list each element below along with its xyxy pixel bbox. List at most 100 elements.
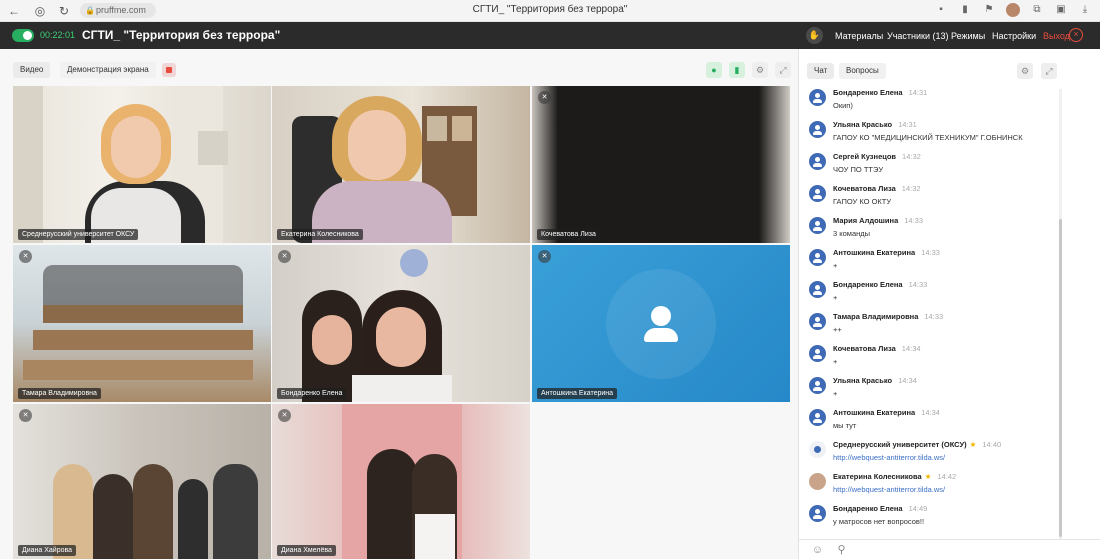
- message-author: Среднерусский университет (ОКСУ) ★ 14:40: [833, 440, 1001, 449]
- chat-message: Бондаренко Елена 14:49 у матросов нет вопр…: [809, 503, 1079, 533]
- user-icon-body: [644, 328, 678, 342]
- message-text: у матросов нет вопросов!!: [833, 517, 925, 526]
- message-author: Мария Алдошина 14:33: [833, 216, 923, 225]
- chat-message: Антошкина Екатерина 14:33 +: [809, 247, 1079, 277]
- message-text: 3 команды: [833, 229, 871, 238]
- video-tile[interactable]: ✕ Диана Хмелёва: [272, 404, 530, 559]
- author-avatar: [809, 409, 826, 426]
- camera-on-icon[interactable]: ●: [706, 62, 722, 78]
- video-feed: [272, 86, 530, 243]
- chat-message: Ульяна Красько 14:34 +: [809, 375, 1079, 405]
- participant-name: Тамара Владимировна: [18, 388, 101, 399]
- participants-link[interactable]: Участники (13): [887, 31, 949, 41]
- mic-muted-icon: ✕: [278, 250, 291, 263]
- message-link[interactable]: http://webquest-antiterror.tilda.ws/: [833, 485, 945, 494]
- download-icon[interactable]: ⤓: [1078, 3, 1092, 17]
- message-author: Сергей Кузнецов 14:32: [833, 152, 921, 161]
- video-tile[interactable]: ✕ Тамара Владимировна: [13, 245, 271, 402]
- chat-message: Кочеватова Лиза 14:34 +: [809, 343, 1079, 373]
- message-author: Бондаренко Елена 14:49: [833, 504, 927, 513]
- video-tile[interactable]: ✕ Бондаренко Елена: [272, 245, 530, 402]
- message-time: 14:34: [901, 344, 921, 353]
- mic-muted-icon: ✕: [538, 91, 551, 104]
- message-time: 14:40: [982, 440, 1002, 449]
- modes-link[interactable]: Режимы: [951, 31, 985, 41]
- message-time: 14:33: [924, 312, 944, 321]
- chat-message: Антошкина Екатерина 14:34 мы тут: [809, 407, 1079, 437]
- screen-demo-tab[interactable]: Демонстрация экрана: [60, 62, 156, 78]
- star-icon: ★: [924, 472, 932, 481]
- author-name: Бондаренко Елена: [833, 504, 903, 513]
- mic-muted-icon: ✕: [19, 250, 32, 263]
- chat-message: Тамара Владимировна 14:33 ++: [809, 311, 1079, 341]
- author-name: Среднерусский университет (ОКСУ): [833, 440, 967, 449]
- microphone-on-icon[interactable]: ▮: [729, 62, 745, 78]
- video-feed: [13, 245, 271, 402]
- message-text: +: [833, 389, 838, 398]
- camera-icon[interactable]: ▪: [934, 3, 948, 17]
- video-feed: [272, 245, 530, 402]
- broadcast-toggle[interactable]: [12, 29, 34, 42]
- microphone-icon[interactable]: ▮: [958, 3, 972, 17]
- tab-questions[interactable]: Вопросы: [839, 63, 886, 79]
- message-link[interactable]: http://webquest-antiterror.tilda.ws/: [833, 453, 945, 462]
- author-avatar: [809, 185, 826, 202]
- chat-scrollbar-thumb[interactable]: [1059, 219, 1062, 537]
- extensions-icon[interactable]: ⧉: [1030, 3, 1044, 17]
- participant-name: Диана Хайрова: [18, 545, 77, 556]
- message-text: Окип): [833, 101, 853, 110]
- video-tab[interactable]: Видео: [13, 62, 51, 78]
- message-time: 14:33: [921, 248, 940, 257]
- attach-icon[interactable]: ⚲: [835, 544, 848, 557]
- message-author: Екатерина Колесникова ★ 14:42: [833, 472, 956, 481]
- materials-link[interactable]: Материалы: [835, 31, 883, 41]
- mic-muted-icon: ✕: [19, 409, 32, 422]
- message-text: +: [833, 261, 838, 270]
- settings-link[interactable]: Настройки: [992, 31, 1036, 41]
- chat-expand-icon[interactable]: ⤢: [1041, 63, 1057, 79]
- author-avatar: [809, 441, 826, 458]
- participant-name: Бондаренко Елена: [277, 388, 347, 399]
- author-name: Ульяна Красько: [833, 120, 893, 129]
- video-area: Видео Демонстрация экрана ● ▮ ⚙ ⤢ Средне…: [0, 49, 798, 559]
- message-author: Кочеватова Лиза 14:34: [833, 344, 921, 353]
- fullscreen-icon[interactable]: ⤢: [775, 62, 791, 78]
- chat-gear-icon[interactable]: ⚙: [1017, 63, 1033, 79]
- video-feed: [532, 86, 790, 243]
- bookmark-icon[interactable]: ⚑: [982, 3, 996, 17]
- message-time: 14:31: [908, 88, 928, 97]
- author-avatar: [809, 89, 826, 106]
- message-author: Бондаренко Елена 14:33: [833, 280, 927, 289]
- profile-avatar[interactable]: [1006, 3, 1020, 17]
- author-avatar: [809, 505, 826, 522]
- exit-icon[interactable]: ×: [1069, 28, 1083, 42]
- message-author: Ульяна Красько 14:31: [833, 120, 917, 129]
- browser-toolbar: ← ◎ ↻ 🔒 pruffme.com СГТИ_ "Территория бе…: [0, 0, 1100, 22]
- video-feed: [272, 404, 530, 559]
- chat-message: Ульяна Красько 14:31 ГАПОУ КО "МЕДИЦИНСКИЙ…: [809, 119, 1079, 149]
- raise-hand-icon[interactable]: ✋: [806, 27, 823, 44]
- exit-link[interactable]: Выход: [1043, 31, 1070, 41]
- participant-name: Кочеватова Лиза: [537, 229, 600, 240]
- video-tile[interactable]: Среднерусский университет ОКСУ: [13, 86, 271, 243]
- chat-message-list: Бондаренко Елена 14:31 Окип) Ульяна Красько…: [799, 87, 1079, 537]
- participant-name: Антошкина Екатерина: [537, 388, 618, 399]
- gear-icon[interactable]: ⚙: [752, 62, 768, 78]
- author-name: Кочеватова Лиза: [833, 344, 896, 353]
- video-tile[interactable]: ✕ Кочеватова Лиза: [532, 86, 790, 243]
- message-author: Антошкина Екатерина 14:33: [833, 248, 940, 257]
- record-stop-icon[interactable]: [162, 63, 176, 77]
- message-time: 14:49: [908, 504, 928, 513]
- author-avatar: [809, 249, 826, 266]
- author-name: Антошкина Екатерина: [833, 248, 916, 257]
- chat-input-bar[interactable]: ☺ ⚲: [799, 539, 1100, 559]
- author-avatar: [809, 345, 826, 362]
- author-name: Тамара Владимировна: [833, 312, 919, 321]
- author-avatar: [809, 121, 826, 138]
- video-tile[interactable]: ✕ Диана Хайрова: [13, 404, 271, 559]
- tab-chat[interactable]: Чат: [807, 63, 835, 79]
- video-tile[interactable]: ✕ Антошкина Екатерина: [532, 245, 790, 402]
- emoji-icon[interactable]: ☺: [811, 544, 824, 557]
- video-tile[interactable]: Екатерина Колесникова: [272, 86, 530, 243]
- collections-icon[interactable]: ▣: [1054, 3, 1068, 17]
